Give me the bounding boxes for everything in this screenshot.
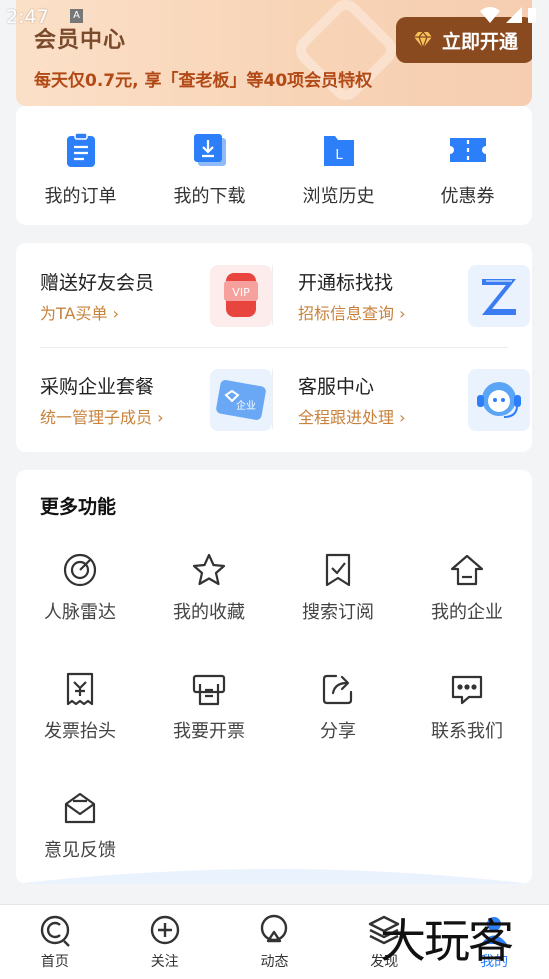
promo-divider (272, 369, 273, 429)
home-icon (450, 554, 484, 586)
more-features-card: 更多功能 人脉雷达 我的收藏 搜索订阅 我的企业 发票抬头 我要开票 分享 联系… (16, 470, 532, 884)
history-icon: L (323, 136, 354, 166)
promo-gift-vip[interactable]: 赠送好友会员 为TA买单 › VIP (40, 265, 272, 352)
feature-label: 分享 (320, 721, 356, 742)
wifi-icon (480, 7, 500, 23)
download-icon (193, 134, 226, 166)
promo-title: 赠送好友会员 (40, 272, 155, 294)
radar-icon (63, 553, 97, 587)
promo-subtitle: 全程跟进处理 › (298, 408, 406, 427)
feature-label: 搜索订阅 (302, 602, 374, 623)
feature-label: 联系我们 (431, 721, 503, 742)
tab-activity[interactable]: 动态 (220, 905, 330, 979)
tab-label: 首页 (40, 954, 69, 970)
star-icon (192, 553, 226, 586)
feature-my-company[interactable]: 我的企业 (403, 552, 531, 624)
feature-contact-radar[interactable]: 人脉雷达 (16, 552, 144, 624)
feature-label: 我要开票 (173, 721, 245, 742)
quick-label: 优惠券 (440, 186, 495, 207)
feature-label: 我的企业 (431, 602, 503, 623)
bookmark-check-icon (325, 553, 351, 587)
svg-text:L: L (335, 148, 343, 163)
share-icon (322, 674, 353, 705)
promo-subtitle: 为TA买单 › (40, 304, 119, 323)
tab-label: 动态 (260, 954, 289, 970)
promo-bid-search[interactable]: 开通标找找 招标信息查询 › (298, 265, 530, 352)
clipboard-icon (66, 132, 95, 167)
section-title: 更多功能 (40, 496, 117, 518)
svg-text:VIP: VIP (232, 286, 250, 299)
quick-label: 我的订单 (44, 186, 117, 207)
quick-label: 浏览历史 (302, 186, 375, 207)
tab-label: 关注 (150, 954, 179, 970)
feedback-icon (64, 792, 96, 824)
promo-subtitle: 招标信息查询 › (298, 304, 406, 323)
tab-follow[interactable]: 关注 (110, 905, 220, 979)
quick-orders[interactable]: 我的订单 (26, 132, 136, 225)
invoice-icon (66, 672, 94, 706)
feature-favorites[interactable]: 我的收藏 (145, 552, 273, 624)
add-circle-icon (150, 915, 179, 945)
feature-contact-us[interactable]: 联系我们 (403, 671, 531, 743)
feature-search-subscription[interactable]: 搜索订阅 (274, 552, 402, 624)
feature-feedback[interactable]: 意见反馈 (16, 790, 144, 862)
decorative-wave (16, 869, 532, 884)
promotions-card: 赠送好友会员 为TA买单 › VIP 开通标找找 招标信息查询 › 采购企业套餐… (16, 243, 532, 452)
chat-icon (451, 675, 483, 705)
promo-subtitle: 统一管理子成员 › (40, 408, 164, 427)
quick-actions-card: 我的订单 我的下载 L 浏览历史 优惠券 (16, 106, 532, 225)
customer-service-icon (468, 369, 530, 431)
feature-invoice-title[interactable]: 发票抬头 (16, 671, 144, 743)
quick-history[interactable]: L 浏览历史 (284, 132, 394, 225)
feature-share[interactable]: 分享 (274, 671, 402, 743)
feature-label: 意见反馈 (44, 840, 116, 861)
enterprise-card-icon: 企业 (210, 369, 272, 431)
promo-title: 开通标找找 (298, 272, 394, 294)
svg-text:企业: 企业 (236, 399, 256, 412)
promo-customer-service[interactable]: 客服中心 全程跟进处理 › (298, 369, 530, 456)
status-icons (479, 6, 537, 24)
activity-icon (261, 914, 288, 943)
promo-enterprise-package[interactable]: 采购企业套餐 统一管理子成员 › 企业 (40, 369, 272, 456)
status-time: 2:47 (6, 6, 49, 28)
status-bar: 2:47 A (0, 0, 549, 34)
printer-icon (192, 674, 226, 706)
tab-home[interactable]: 首页 (0, 905, 110, 979)
feature-label: 我的收藏 (173, 602, 245, 623)
vip-subtitle: 每天仅0.7元, 享「查老板」等40项会员特权 (34, 71, 373, 91)
z-logo-icon (468, 265, 530, 327)
feature-label: 发票抬头 (44, 721, 116, 742)
promo-divider (272, 265, 273, 325)
feature-issue-invoice[interactable]: 我要开票 (145, 671, 273, 743)
coupon-icon (449, 138, 486, 162)
quick-label: 我的下载 (173, 186, 246, 207)
feature-label: 人脉雷达 (44, 602, 116, 623)
promo-title: 采购企业套餐 (40, 376, 155, 398)
quick-downloads[interactable]: 我的下载 (155, 132, 265, 225)
promo-divider (40, 347, 508, 348)
vip-card-icon: VIP (210, 265, 272, 327)
signal-icon (506, 7, 522, 23)
quick-coupons[interactable]: 优惠券 (413, 132, 523, 225)
notification-icon: A (70, 9, 83, 23)
watermark-text: 大玩客 (380, 914, 514, 968)
promo-title: 客服中心 (298, 376, 375, 398)
home-tab-icon (40, 915, 70, 947)
battery-icon (528, 8, 536, 23)
